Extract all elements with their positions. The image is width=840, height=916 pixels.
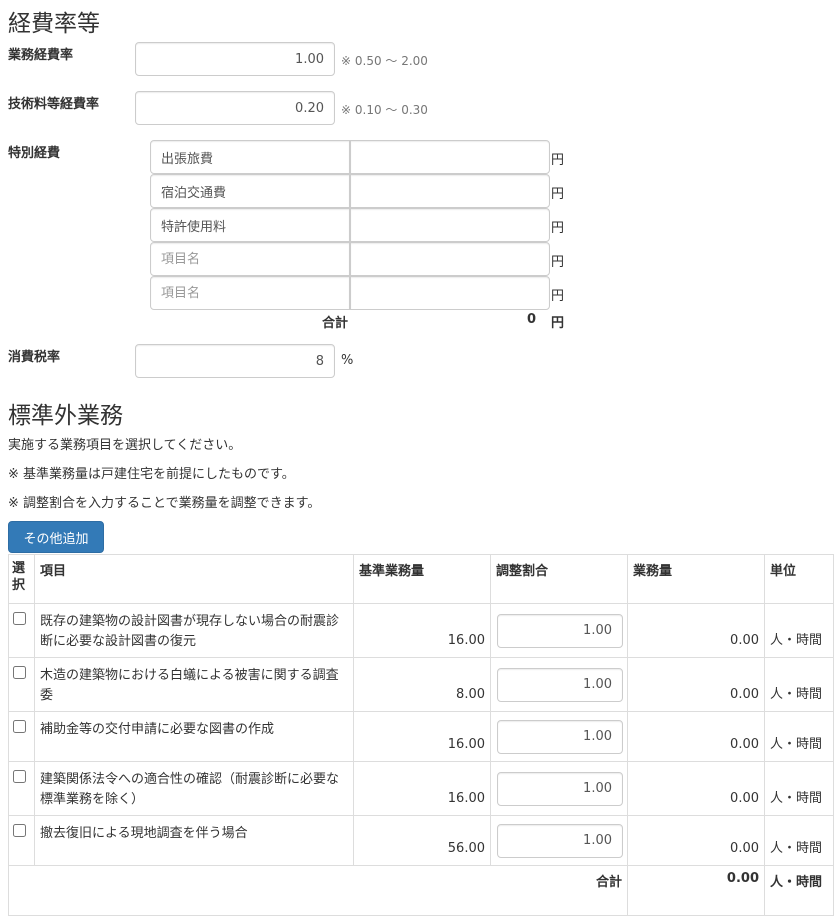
special-expense-unit: 円 [551,221,565,236]
item-name: 補助金等の交付申請に必要な図書の作成 [34,711,354,762]
total-label: 合計 [8,865,628,916]
header-unit: 単位 [764,554,834,604]
row-checkbox[interactable] [13,612,26,625]
row-checkbox[interactable] [13,666,26,679]
special-expense-unit: 円 [551,187,565,202]
header-select: 選択 [8,554,35,604]
item-name: 木造の建築物における白蟻による被害に関する調査委 [34,657,354,712]
ratio-input[interactable] [497,667,623,702]
special-expense-unit: 円 [551,255,565,270]
item-name: 撤去復旧による現地調査を伴う場合 [34,815,354,866]
nonstandard-work-table: 選択 項目 基準業務量 調整割合 業務量 単位 既存の建築物の設計図書が現存しな… [8,554,834,916]
unit: 人・時間 [764,761,834,816]
header-select-label: 選択 [12,561,26,593]
ratio-cell [490,815,628,866]
table-header-row: 選択 項目 基準業務量 調整割合 業務量 単位 [8,554,834,604]
note-adjust-ratio: ※ 調整割合を入力することで業務量を調整できます。 [8,496,321,511]
item-name: 建築関係法令への適合性の確認（耐震診断に必要な標準業務を除く） [34,761,354,816]
gyomu-rate-label: 業務経費率 [8,48,74,63]
instruction-text: 実施する業務項目を選択してください。 [8,438,242,453]
base-amount: 8.00 [353,657,491,712]
table-row: 建築関係法令への適合性の確認（耐震診断に必要な標準業務を除く） 16.00 0.… [8,761,834,816]
header-amount: 業務量 [627,554,765,604]
special-expense-unit: 円 [551,289,565,304]
tax-rate-input[interactable] [135,344,335,378]
gijutsu-rate-label: 技術料等経費率 [8,97,100,112]
work-amount: 0.00 [627,603,765,658]
gyomu-rate-input[interactable] [135,42,335,76]
special-expense-total-unit: 円 [551,316,565,331]
work-amount: 0.00 [627,815,765,866]
header-item: 項目 [34,554,354,604]
tax-rate-label: 消費税率 [8,350,61,365]
work-amount: 0.00 [627,711,765,762]
table-total-row: 合計 0.00 人・時間 [8,865,834,916]
select-cell [8,815,35,866]
special-expense-amount-input[interactable] [350,140,550,174]
special-expense-amount-input[interactable] [350,242,550,276]
select-cell [8,761,35,816]
ratio-input[interactable] [497,771,623,806]
header-base: 基準業務量 [353,554,491,604]
base-amount: 16.00 [353,761,491,816]
work-amount: 0.00 [627,657,765,712]
special-expense-total-label: 合計 [322,316,349,331]
table-row: 木造の建築物における白蟻による被害に関する調査委 8.00 0.00 人・時間 [8,657,834,712]
select-cell [8,603,35,658]
header-ratio: 調整割合 [490,554,628,604]
special-expense-amount-input[interactable] [350,208,550,242]
table-row: 既存の建築物の設計図書が現存しない場合の耐震診断に必要な設計図書の復元 16.0… [8,603,834,658]
select-cell [8,711,35,762]
ratio-input[interactable] [497,719,623,754]
gijutsu-rate-hint: ※ 0.10 〜 0.30 [341,103,428,117]
unit: 人・時間 [764,657,834,712]
unit: 人・時間 [764,603,834,658]
special-expense-name-input[interactable] [150,140,350,174]
section-title-nonstandard-work: 標準外業務 [8,403,123,429]
add-other-button[interactable]: その他追加 [8,521,104,553]
unit: 人・時間 [764,815,834,866]
row-checkbox[interactable] [13,720,26,733]
special-expense-amount-input[interactable] [350,174,550,208]
base-amount: 16.00 [353,603,491,658]
table-row: 撤去復旧による現地調査を伴う場合 56.00 0.00 人・時間 [8,815,834,866]
unit: 人・時間 [764,711,834,762]
gijutsu-rate-input[interactable] [135,91,335,125]
row-checkbox[interactable] [13,770,26,783]
ratio-input[interactable] [497,823,623,858]
base-amount: 56.00 [353,815,491,866]
note-base-work: ※ 基準業務量は戸建住宅を前提にしたものです。 [8,467,295,482]
special-expense-label: 特別経費 [8,146,61,161]
tax-rate-unit: % [341,353,354,368]
ratio-cell [490,657,628,712]
special-expense-name-input[interactable] [150,242,350,276]
table-row: 補助金等の交付申請に必要な図書の作成 16.00 0.00 人・時間 [8,711,834,762]
item-name: 既存の建築物の設計図書が現存しない場合の耐震診断に必要な設計図書の復元 [34,603,354,658]
special-expense-unit: 円 [551,153,565,168]
special-expense-name-input[interactable] [150,208,350,242]
total-unit: 人・時間 [764,865,834,916]
row-checkbox[interactable] [13,824,26,837]
special-expense-amount-input[interactable] [350,276,550,310]
work-amount: 0.00 [627,761,765,816]
total-value: 0.00 [627,865,765,916]
ratio-cell [490,711,628,762]
select-cell [8,657,35,712]
ratio-cell [490,603,628,658]
base-amount: 16.00 [353,711,491,762]
ratio-input[interactable] [497,613,623,648]
special-expense-name-input[interactable] [150,174,350,208]
special-expense-name-input[interactable] [150,276,350,310]
section-title-expense-rates: 経費率等 [8,11,100,37]
gyomu-rate-hint: ※ 0.50 〜 2.00 [341,54,428,68]
special-expense-total-value: 0 [527,312,537,327]
ratio-cell [490,761,628,816]
